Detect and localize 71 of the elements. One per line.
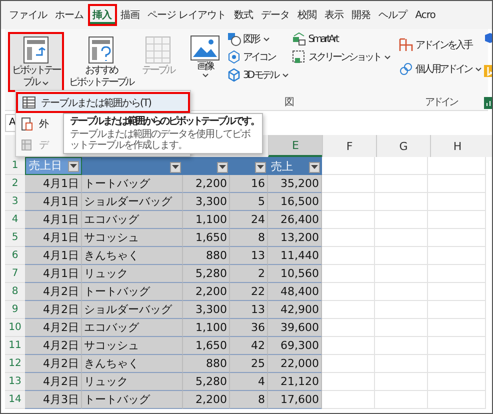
table-cell: 24 [230, 211, 268, 229]
table-cell: 5 [230, 193, 268, 211]
table-cell: リュック [82, 265, 183, 283]
table-cell: 4月1日 [25, 211, 82, 229]
table-cell: 2,200 [183, 175, 230, 193]
table-cell: ショルダーバッグ [82, 193, 183, 211]
table-cell: トートバッグ [82, 283, 183, 301]
table-cell: 4月1日 [25, 193, 82, 211]
table-cell: 1,100 [183, 319, 230, 337]
table-cell: 25 [230, 355, 268, 373]
table-cell: 1,650 [183, 229, 230, 247]
table-cell: 16 [230, 175, 268, 193]
table-cell: 880 [183, 247, 230, 265]
table-cell: エコバッグ [82, 319, 183, 337]
table-cell: 4月1日 [25, 247, 82, 265]
table-cell: 8 [230, 391, 268, 409]
table-cell: 13,200 [268, 229, 322, 247]
table-cell: 5,280 [183, 265, 230, 283]
table-cell: 5,280 [183, 373, 230, 391]
table-cell: 4 [230, 373, 268, 391]
table-cell: 1,650 [183, 337, 230, 355]
table-cell: 48,400 [268, 283, 322, 301]
table-cell: トートバッグ [82, 391, 183, 409]
table-cell: 1,100 [183, 211, 230, 229]
table-cell: 4月1日 [25, 265, 82, 283]
table-header-cell: 売上 [268, 157, 322, 175]
table-cell: 13 [230, 301, 268, 319]
table-cell: 42 [230, 337, 268, 355]
table-cell: 39,600 [268, 319, 322, 337]
table-cell: トートバッグ [82, 175, 183, 193]
table-cell: 2,200 [183, 391, 230, 409]
table-cell: 26,400 [268, 211, 322, 229]
table-cell: 4月2日 [25, 319, 82, 337]
tooltip-text: テーブルまたは範囲のデータを使用してピボットテーブルを作成します。 [70, 129, 252, 151]
table-cell: 42,900 [268, 301, 322, 319]
table-cell: 35,200 [268, 175, 322, 193]
table-cell: 8 [230, 229, 268, 247]
table-cell: 880 [183, 355, 230, 373]
table-cell: 4月1日 [25, 175, 82, 193]
table-cell: 4月1日 [25, 229, 82, 247]
table-cell: 21,120 [268, 373, 322, 391]
table-cell: 3,300 [183, 193, 230, 211]
table-cell: サコッシュ [82, 337, 183, 355]
table-cell: 4月2日 [25, 373, 82, 391]
table-cell: 2,200 [183, 283, 230, 301]
table-cell: 17,600 [268, 391, 322, 409]
table-cell: 4月2日 [25, 301, 82, 319]
table-cell: 4月2日 [25, 337, 82, 355]
table-cell: 4月3日 [25, 391, 82, 409]
table-cell: 4月2日 [25, 283, 82, 301]
table-cell: 11,440 [268, 247, 322, 265]
table-cell: 3,300 [183, 301, 230, 319]
table-cell: 10,560 [268, 265, 322, 283]
table-cell: 36 [230, 319, 268, 337]
table-cell: 2 [230, 265, 268, 283]
group-label: アドイン [424, 96, 457, 109]
table-cell: サコッシュ [82, 229, 183, 247]
table-cell: 69,300 [268, 337, 322, 355]
table-header-cell: 売上日 [25, 157, 82, 175]
group-label: 図 [284, 96, 293, 109]
table-cell: 22 [230, 283, 268, 301]
tooltip-title: テーブルまたは範囲からのピボットテーブルです。 [70, 116, 256, 128]
table-cell: リュック [82, 373, 183, 391]
table-cell: 22,000 [268, 355, 322, 373]
table-cell: 4月2日 [25, 355, 82, 373]
table-cell: 16,500 [268, 193, 322, 211]
table-cell: きんちゃく [82, 355, 183, 373]
table-cell: 13 [230, 247, 268, 265]
table-cell: ショルダーバッグ [82, 301, 183, 319]
table-cell: きんちゃく [82, 247, 183, 265]
table-cell: エコバッグ [82, 211, 183, 229]
